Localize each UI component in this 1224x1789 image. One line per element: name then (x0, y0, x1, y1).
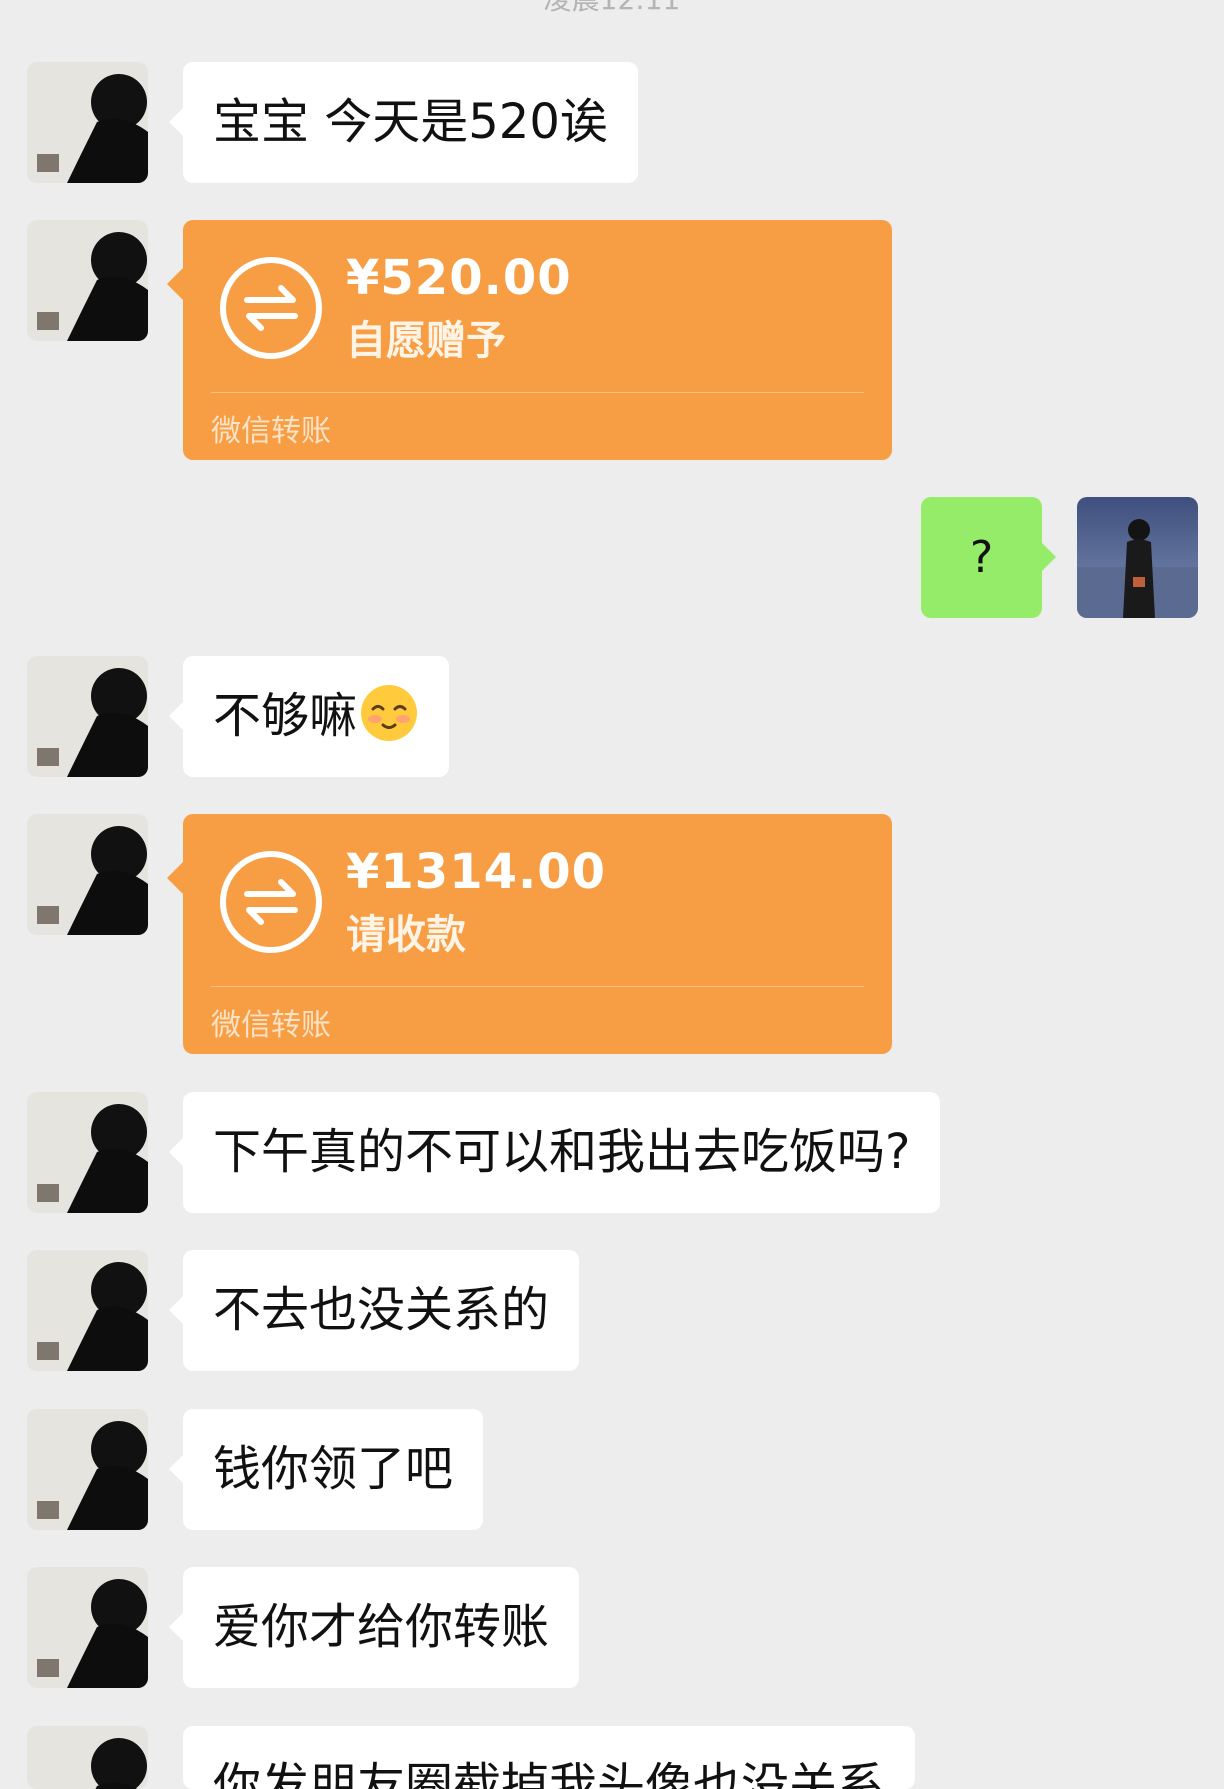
transfer-divider (211, 986, 864, 987)
message-timestamp: 凌晨12:11 (0, 0, 1224, 18)
incoming-text-bubble[interactable]: 不够嘛 (168, 656, 450, 777)
transfer-arrows-icon (220, 257, 322, 359)
transfer-amount: ¥1314.00 (346, 844, 607, 900)
contact-avatar[interactable] (27, 1726, 148, 1789)
incoming-text-bubble[interactable]: 爱你才给你转账 (168, 1567, 580, 1688)
transfer-card[interactable]: ¥1314.00 请收款 微信转账 (167, 814, 892, 1054)
transfer-card[interactable]: ¥520.00 自愿赠予 微信转账 (167, 220, 892, 460)
contact-avatar[interactable] (27, 1250, 148, 1371)
contact-avatar[interactable] (27, 220, 148, 341)
incoming-text-bubble[interactable]: 下午真的不可以和我出去吃饭吗? (168, 1092, 941, 1213)
transfer-note: 请收款 (346, 912, 466, 958)
incoming-text-bubble[interactable]: 你发朋友圈截掉我头像也没关系 (183, 1726, 916, 1789)
smiling-blush-emoji-icon (361, 685, 418, 741)
transfer-amount: ¥520.00 (346, 250, 572, 306)
contact-avatar[interactable] (27, 1567, 148, 1688)
incoming-text-bubble[interactable]: 钱你领了吧 (168, 1409, 484, 1530)
incoming-text-bubble[interactable]: 宝宝 今天是520诶 (169, 62, 638, 183)
contact-avatar[interactable] (27, 814, 148, 935)
incoming-text-bubble[interactable]: 不去也没关系的 (168, 1250, 580, 1371)
contact-avatar[interactable] (27, 1092, 148, 1213)
transfer-arrows-icon (220, 851, 322, 953)
transfer-label: 微信转账 (211, 1008, 331, 1043)
contact-avatar[interactable] (27, 656, 148, 777)
transfer-divider (211, 392, 864, 393)
contact-avatar[interactable] (27, 62, 148, 183)
message-text: 不够嘛 (213, 688, 358, 744)
user-avatar[interactable] (1077, 497, 1198, 618)
transfer-note: 自愿赠予 (346, 318, 506, 364)
contact-avatar[interactable] (27, 1409, 148, 1530)
transfer-label: 微信转账 (211, 414, 331, 449)
outgoing-text-bubble[interactable]: ? (921, 497, 1056, 618)
